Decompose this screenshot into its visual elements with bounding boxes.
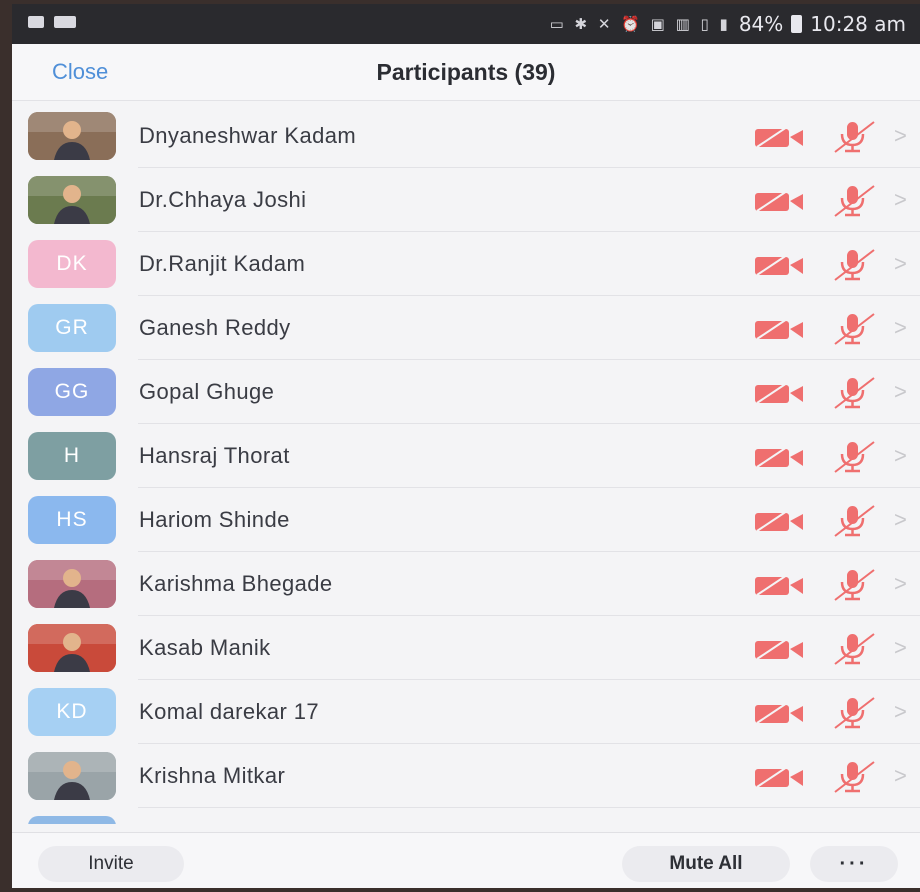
video-off-icon [753, 765, 805, 789]
mic-muted-icon [827, 246, 877, 282]
participant-name: Gopal Ghuge [139, 379, 275, 404]
avatar [28, 816, 116, 824]
chevron-right-icon[interactable]: > [894, 443, 907, 469]
mute-all-button[interactable]: Mute All [622, 846, 790, 882]
avatar: GR [28, 304, 116, 352]
mic-muted-icon [827, 118, 877, 154]
avatar [28, 112, 116, 160]
mic-muted-icon [827, 438, 877, 474]
gallery-icon [28, 16, 44, 28]
video-off-icon [753, 381, 805, 405]
participant-row[interactable]: Krishna Mitkar > [12, 744, 920, 808]
chevron-right-icon[interactable]: > [894, 123, 907, 149]
mic-muted-icon [827, 310, 877, 346]
chevron-right-icon[interactable]: > [894, 635, 907, 661]
participant-name: Hariom Shinde [139, 507, 290, 532]
chevron-right-icon[interactable]: > [894, 187, 907, 213]
chevron-right-icon[interactable]: > [894, 763, 907, 789]
video-off-icon [753, 125, 805, 149]
video-off-icon [753, 573, 805, 597]
video-off-icon [753, 701, 805, 725]
participant-row[interactable]: HS Hariom Shinde > [12, 488, 920, 552]
mic-muted-icon [827, 630, 877, 666]
avatar [28, 624, 116, 672]
chevron-right-icon[interactable]: > [894, 699, 907, 725]
avatar: H [28, 432, 116, 480]
participant-row[interactable]: Dr.Chhaya Joshi > [12, 168, 920, 232]
video-off-icon [753, 189, 805, 213]
video-notification-icon [54, 16, 76, 28]
video-off-icon [753, 253, 805, 277]
mic-muted-icon [827, 182, 877, 218]
participant-name: Ganesh Reddy [139, 315, 291, 340]
mic-muted-icon [827, 758, 877, 794]
participant-row[interactable]: H Hansraj Thorat > [12, 424, 920, 488]
video-off-icon [753, 509, 805, 533]
status-icons: ▭ ✱ ✕ ⏰ ▣ ▥ ▯ ▮ [549, 15, 731, 33]
mic-muted-icon [827, 566, 877, 602]
participant-name: Krishna Mitkar [139, 763, 286, 788]
avatar [28, 752, 116, 800]
avatar: GG [28, 368, 116, 416]
participant-row[interactable]: Dnyaneshwar Kadam > [12, 104, 920, 168]
mic-muted-icon [827, 502, 877, 538]
status-left-icons [28, 16, 76, 28]
clock: 10:28 am [810, 12, 906, 36]
participant-list[interactable]: Dnyaneshwar Kadam > Dr.Chhaya Joshi > DK… [12, 104, 920, 824]
page-title: Participants (39) [376, 59, 556, 85]
participant-row[interactable]: Karishma Bhegade > [12, 552, 920, 616]
avatar [28, 560, 116, 608]
participant-row-partial[interactable] [12, 808, 920, 824]
participant-name: Kasab Manik [139, 635, 271, 660]
participant-name: Dr.Ranjit Kadam [139, 251, 306, 276]
video-off-icon [753, 317, 805, 341]
chevron-right-icon[interactable]: > [894, 379, 907, 405]
participant-name: Dr.Chhaya Joshi [139, 187, 307, 212]
avatar: KD [28, 688, 116, 736]
participant-row[interactable]: DK Dr.Ranjit Kadam > [12, 232, 920, 296]
avatar: DK [28, 240, 116, 288]
participant-row[interactable]: Kasab Manik > [12, 616, 920, 680]
participant-name: Hansraj Thorat [139, 443, 290, 468]
battery-icon [791, 15, 803, 33]
status-right: ▭ ✱ ✕ ⏰ ▣ ▥ ▯ ▮ 84% 10:28 am [550, 12, 906, 36]
more-options-button[interactable]: ··· [810, 846, 898, 882]
video-off-icon [753, 637, 805, 661]
avatar [28, 176, 116, 224]
status-bar: ▭ ✱ ✕ ⏰ ▣ ▥ ▯ ▮ 84% 10:28 am [12, 4, 920, 44]
chevron-right-icon[interactable]: > [894, 507, 907, 533]
participant-row[interactable]: GR Ganesh Reddy > [12, 296, 920, 360]
mic-muted-icon [827, 694, 877, 730]
participant-name: Dnyaneshwar Kadam [139, 123, 357, 148]
participant-row[interactable]: KD Komal darekar 17 > [12, 680, 920, 744]
avatar: HS [28, 496, 116, 544]
participant-row[interactable]: GG Gopal Ghuge > [12, 360, 920, 424]
mic-muted-icon [827, 374, 877, 410]
participant-name: Karishma Bhegade [139, 571, 333, 596]
invite-button[interactable]: Invite [38, 846, 184, 882]
chevron-right-icon[interactable]: > [894, 251, 907, 277]
phone-screen: ▭ ✱ ✕ ⏰ ▣ ▥ ▯ ▮ 84% 10:28 am Close Parti… [12, 4, 920, 888]
bottom-toolbar: Invite Mute All ··· [12, 832, 920, 888]
chevron-right-icon[interactable]: > [894, 315, 907, 341]
battery-percent: 84% [738, 12, 784, 36]
participants-header: Close Participants (39) [12, 44, 920, 101]
participant-name: Komal darekar 17 [139, 699, 320, 724]
chevron-right-icon[interactable]: > [894, 571, 907, 597]
video-off-icon [753, 445, 805, 469]
